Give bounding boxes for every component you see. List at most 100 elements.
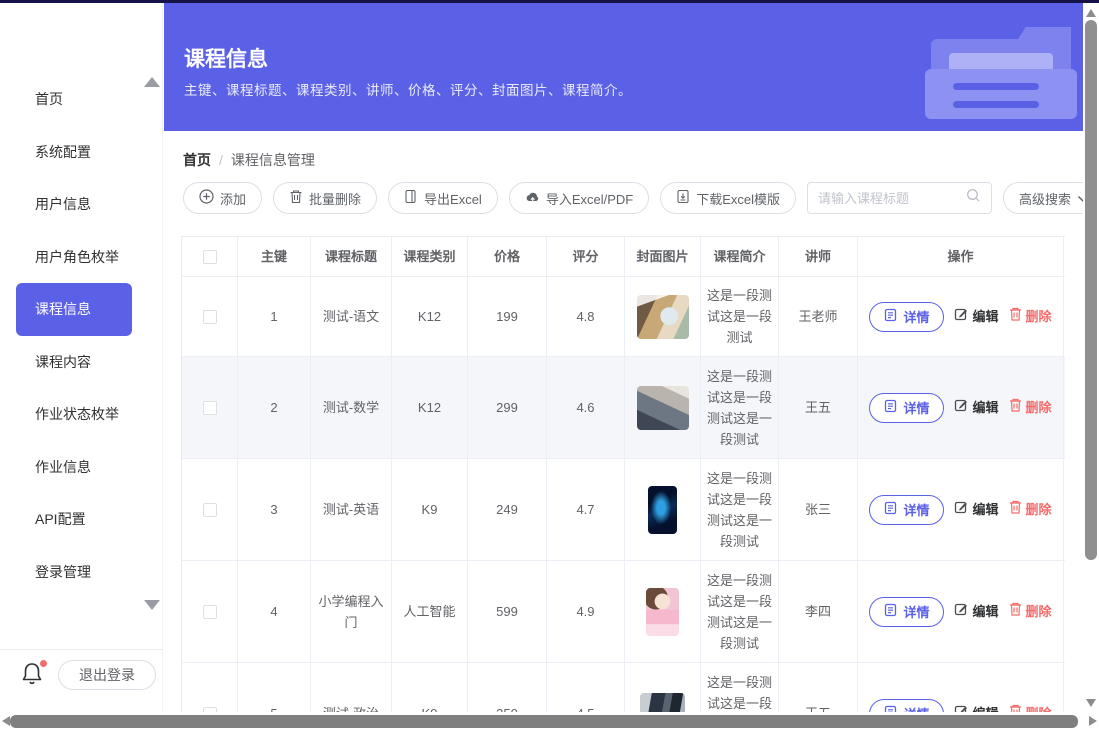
sidebar-item-5[interactable]: 课程信息 (16, 283, 132, 336)
sidebar-item-3[interactable]: 用户信息 (0, 178, 163, 231)
advanced-search-label: 高级搜索 (1019, 189, 1071, 208)
sidebar-item-6[interactable]: 课程内容 (0, 336, 163, 389)
edit-pen-icon (954, 601, 968, 622)
cover-image (637, 295, 689, 339)
cell-price: 299 (468, 357, 547, 458)
sidebar-item-2[interactable]: 系统配置 (0, 126, 163, 179)
edit-pen-icon (954, 306, 968, 327)
delete-button[interactable]: 删除 (1009, 397, 1052, 418)
cell-actions: 详情 编辑 删除 (858, 561, 1064, 662)
cell-price: 350 (468, 663, 547, 713)
delete-button-label: 删除 (1026, 499, 1052, 520)
detail-button[interactable]: 详情 (869, 393, 944, 423)
edit-button[interactable]: 编辑 (954, 601, 998, 622)
cell-course-title: 测试-数学 (311, 357, 392, 458)
scroll-up-arrow-icon[interactable] (1086, 9, 1096, 17)
horizontal-scrollbar-thumb[interactable] (10, 715, 1078, 728)
select-all-checkbox[interactable] (203, 250, 217, 264)
sidebar-scroll-down-icon[interactable] (144, 600, 160, 610)
trash-icon (289, 189, 303, 207)
logout-button[interactable]: 退出登录 (58, 660, 156, 690)
sidebar-footer-divider (0, 649, 163, 650)
row-checkbox-cell (182, 357, 238, 458)
cell-rating: 4.6 (547, 357, 625, 458)
add-button[interactable]: 添加 (183, 182, 262, 214)
scroll-right-arrow-icon[interactable] (1089, 716, 1097, 726)
delete-button[interactable]: 删除 (1009, 306, 1052, 327)
column-header: 讲师 (779, 237, 858, 276)
cell-id: 3 (238, 459, 311, 560)
notification-bell-icon[interactable] (20, 661, 48, 689)
folder-icon (925, 27, 1077, 119)
row-checkbox[interactable] (203, 503, 217, 517)
row-checkbox[interactable] (203, 401, 217, 415)
detail-button[interactable]: 详情 (869, 302, 944, 332)
page-title: 课程信息 (184, 43, 268, 73)
cell-teacher: 王老师 (779, 277, 858, 356)
cell-price: 599 (468, 561, 547, 662)
search-input[interactable] (818, 191, 960, 206)
cell-course-title: 测试-语文 (311, 277, 392, 356)
import-excel-button[interactable]: 导入Excel/PDF (509, 182, 649, 214)
edit-button-label: 编辑 (972, 306, 998, 327)
sidebar-item-9[interactable]: API配置 (0, 493, 163, 546)
vertical-scrollbar-thumb[interactable] (1085, 20, 1097, 560)
cell-rating: 4.9 (547, 561, 625, 662)
delete-trash-icon (1009, 397, 1022, 418)
column-header: 封面图片 (625, 237, 701, 276)
table-row: 5 测试-政治 K9 350 4.5 这是一段测试这是一段测试这是一段测试 王五… (182, 663, 1065, 713)
sidebar-item-10[interactable]: 登录管理 (0, 546, 163, 599)
detail-button[interactable]: 详情 (869, 597, 944, 627)
horizontal-scrollbar[interactable] (0, 712, 1099, 731)
row-checkbox[interactable] (203, 605, 217, 619)
delete-trash-icon (1009, 601, 1022, 622)
breadcrumb-separator: / (219, 152, 223, 168)
cell-id: 5 (238, 663, 311, 713)
cell-category: K12 (392, 277, 468, 356)
scroll-left-arrow-icon[interactable] (2, 716, 10, 726)
delete-button[interactable]: 删除 (1009, 601, 1052, 622)
notification-dot (40, 660, 47, 667)
import-excel-label: 导入Excel/PDF (546, 189, 633, 208)
column-header: 评分 (547, 237, 625, 276)
search-icon[interactable] (966, 188, 981, 208)
row-checkbox[interactable] (203, 310, 217, 324)
cell-rating: 4.7 (547, 459, 625, 560)
sidebar-item-7[interactable]: 作业状态枚举 (0, 388, 163, 441)
breadcrumb-home[interactable]: 首页 (183, 150, 211, 170)
table-row: 2 测试-数学 K12 299 4.6 这是一段测试这是一段测试这是一段测试 王… (182, 357, 1065, 459)
cell-cover (625, 459, 701, 560)
sidebar-item-8[interactable]: 作业信息 (0, 441, 163, 494)
cell-course-title: 测试-英语 (311, 459, 392, 560)
cover-image (646, 588, 679, 636)
sidebar: 首页系统配置用户信息用户角色枚举课程信息课程内容作业状态枚举作业信息API配置登… (0, 3, 163, 731)
cell-price: 249 (468, 459, 547, 560)
delete-button-label: 删除 (1026, 601, 1052, 622)
delete-button[interactable]: 删除 (1009, 499, 1052, 520)
vertical-scrollbar[interactable] (1083, 3, 1099, 712)
cell-actions: 详情 编辑 删除 (858, 459, 1064, 560)
download-template-button[interactable]: 下载Excel模版 (660, 182, 796, 214)
plus-circle-icon (199, 189, 214, 207)
row-checkbox-cell (182, 459, 238, 560)
export-excel-button[interactable]: 导出Excel (388, 182, 498, 214)
batch-delete-button[interactable]: 批量删除 (273, 182, 377, 214)
column-header: 课程简介 (701, 237, 779, 276)
cell-category: K9 (392, 663, 468, 713)
edit-button[interactable]: 编辑 (954, 397, 998, 418)
sidebar-item-1[interactable]: 首页 (0, 73, 163, 126)
sidebar-item-4[interactable]: 用户角色枚举 (0, 231, 163, 284)
detail-button[interactable]: 详情 (869, 699, 944, 714)
detail-button[interactable]: 详情 (869, 495, 944, 525)
export-excel-label: 导出Excel (424, 189, 482, 208)
row-checkbox-cell (182, 277, 238, 356)
scroll-down-arrow-icon[interactable] (1086, 699, 1096, 707)
edit-pen-icon (954, 397, 968, 418)
edit-button[interactable]: 编辑 (954, 306, 998, 327)
sidebar-menu: 首页系统配置用户信息用户角色枚举课程信息课程内容作业状态枚举作业信息API配置登… (0, 73, 163, 598)
column-header: 价格 (468, 237, 547, 276)
detail-doc-icon (884, 501, 897, 518)
edit-button[interactable]: 编辑 (954, 499, 998, 520)
detail-button-label: 详情 (903, 602, 929, 621)
breadcrumb-current: 课程信息管理 (231, 150, 315, 170)
